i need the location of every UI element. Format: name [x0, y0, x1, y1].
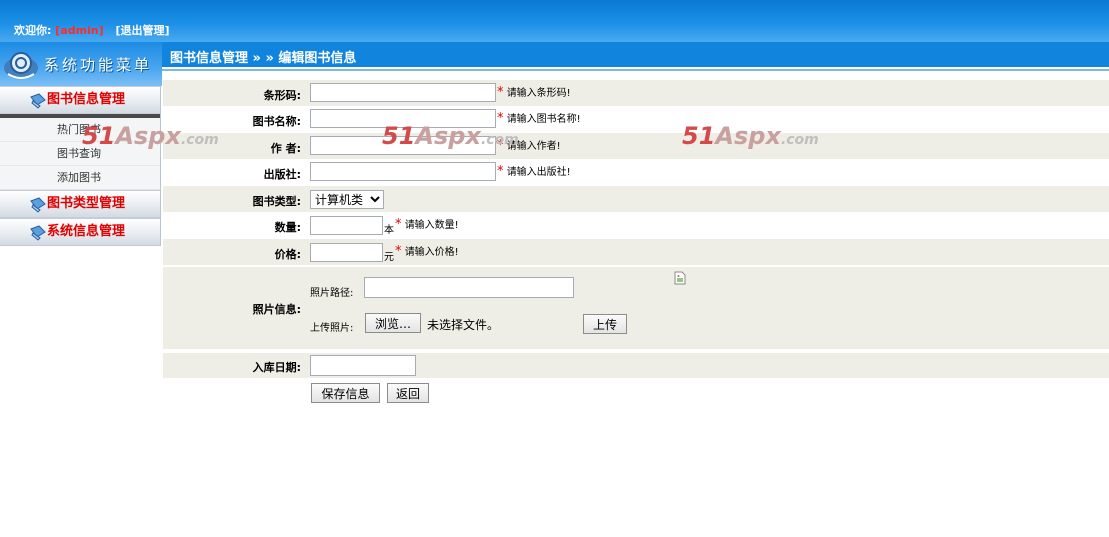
price-input[interactable]: [310, 243, 383, 262]
form-row-photo: 照片信息: 照片路径: 上传照片: 浏览… 未选择文件。 上传: [163, 267, 1109, 349]
sidebar-subitems: 热门图书 图书查询 添加图书: [0, 118, 160, 190]
photo-upload-label: 上传照片:: [310, 323, 354, 334]
welcome-text: 欢迎你: [admin] [退出管理]: [14, 22, 170, 38]
sidebar-item-book-query[interactable]: 图书查询: [0, 142, 160, 166]
publisher-label: 出版社:: [263, 168, 301, 181]
form-row-book-name: 图书名称: * 请输入图书名称!: [163, 106, 1109, 133]
sidebar-section-label: 系统信息管理: [47, 224, 126, 239]
publisher-input[interactable]: [310, 162, 496, 181]
username: [admin]: [55, 24, 104, 37]
welcome-label: 欢迎你:: [14, 24, 52, 37]
publisher-hint: * 请输入出版社!: [497, 164, 571, 179]
book-menu-icon: [30, 93, 46, 109]
required-mark: *: [497, 164, 504, 179]
no-file-selected-text: 未选择文件。: [427, 318, 500, 332]
author-label: 作 者:: [270, 142, 301, 155]
form-row-publisher: 出版社: * 请输入出版社!: [163, 159, 1109, 186]
menu-banner: 系统功能菜单: [0, 42, 162, 86]
required-mark: *: [395, 244, 402, 259]
author-hint: * 请输入作者!: [497, 138, 561, 153]
sidebar-section-label: 图书信息管理: [47, 92, 126, 107]
in-date-input[interactable]: [310, 355, 416, 376]
form-row-quantity: 数量: 本 * 请输入数量!: [163, 212, 1109, 239]
sidebar: 图书信息管理 热门图书 图书查询 添加图书 图书类型管理 系统信息管理: [0, 86, 161, 246]
top-header-bar: 欢迎你: [admin] [退出管理]: [0, 0, 1109, 42]
sidebar-item-add-book[interactable]: 添加图书: [0, 166, 160, 190]
quantity-label: 数量:: [274, 221, 301, 234]
quantity-hint: * 请输入数量!: [395, 217, 459, 232]
form-row-book-type: 图书类型: 计算机类: [163, 186, 1109, 212]
edit-book-form: 条形码: * 请输入条形码! 图书名称: * 请输入图书名称! 作 者: * 请…: [163, 80, 1109, 406]
form-row-in-date: 入库日期:: [163, 353, 1109, 378]
price-label: 价格:: [274, 248, 301, 261]
price-hint: * 请输入价格!: [395, 244, 459, 259]
sidebar-section-label: 图书类型管理: [47, 196, 126, 211]
book-menu-icon: [30, 197, 46, 213]
save-button[interactable]: 保存信息: [311, 383, 380, 403]
photo-path-input[interactable]: [364, 277, 574, 298]
upload-button[interactable]: 上传: [583, 314, 627, 334]
sidebar-section-system-info[interactable]: 系统信息管理: [0, 218, 160, 246]
broken-image-icon: [674, 271, 686, 285]
breadcrumb: 图书信息管理 » » 编辑图书信息: [170, 51, 357, 66]
browse-file-button[interactable]: 浏览…: [365, 313, 421, 333]
back-button[interactable]: 返回: [387, 383, 429, 403]
menu-banner-title: 系统功能菜单: [44, 56, 153, 74]
sidebar-section-book-info[interactable]: 图书信息管理: [0, 86, 160, 114]
quantity-unit: 本: [384, 225, 394, 236]
logout-link[interactable]: [退出管理]: [116, 24, 170, 37]
required-mark: *: [395, 217, 402, 232]
required-mark: *: [497, 85, 504, 100]
barcode-hint: * 请输入条形码!: [497, 85, 571, 100]
barcode-input[interactable]: [310, 83, 496, 102]
author-input[interactable]: [310, 136, 496, 155]
book-type-label: 图书类型:: [252, 195, 301, 208]
barcode-label: 条形码:: [263, 89, 301, 102]
quantity-input[interactable]: [310, 216, 383, 235]
book-menu-icon: [30, 225, 46, 241]
required-mark: *: [497, 111, 504, 126]
in-date-label: 入库日期:: [252, 361, 301, 374]
book-type-select[interactable]: 计算机类: [310, 190, 384, 209]
system-logo-icon: [4, 52, 38, 79]
photo-path-label: 照片路径:: [310, 288, 354, 299]
book-name-input[interactable]: [310, 109, 496, 128]
breadcrumb-bar: 图书信息管理 » » 编辑图书信息: [162, 42, 1109, 69]
book-name-label: 图书名称:: [252, 115, 301, 128]
form-row-price: 价格: 元 * 请输入价格!: [163, 239, 1109, 265]
book-name-hint: * 请输入图书名称!: [497, 111, 581, 126]
sidebar-section-book-type[interactable]: 图书类型管理: [0, 190, 160, 218]
sidebar-item-hot-books[interactable]: 热门图书: [0, 118, 160, 142]
photo-label: 照片信息:: [252, 303, 301, 316]
form-row-actions: 保存信息 返回: [163, 378, 1109, 406]
price-unit: 元: [384, 252, 394, 263]
required-mark: *: [497, 138, 504, 153]
form-row-author: 作 者: * 请输入作者!: [163, 133, 1109, 159]
form-row-barcode: 条形码: * 请输入条形码!: [163, 80, 1109, 106]
